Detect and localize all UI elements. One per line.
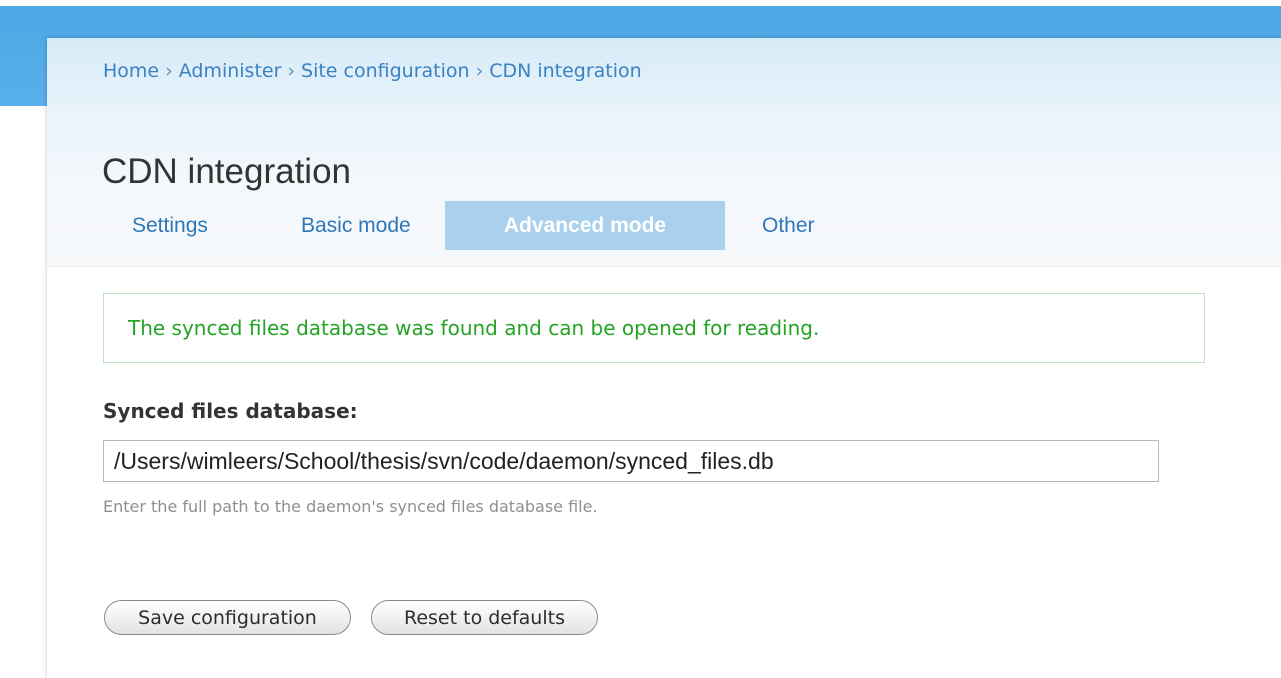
breadcrumb-separator: › — [165, 60, 173, 82]
synced-db-input[interactable] — [103, 440, 1159, 482]
breadcrumb-site-configuration[interactable]: Site configuration — [301, 60, 470, 82]
synced-db-label: Synced files database: — [103, 399, 358, 423]
breadcrumb-separator: › — [287, 60, 296, 82]
tab-advanced-mode[interactable]: Advanced mode — [445, 201, 725, 250]
tab-basic-mode[interactable]: Basic mode — [241, 201, 445, 250]
tab-other[interactable]: Other — [725, 201, 831, 250]
breadcrumb-cdn-integration[interactable]: CDN integration — [489, 60, 642, 82]
content-page: Home › Administer › Site configuration › CDN i… — [47, 38, 1281, 678]
tab-bar: Settings Basic mode Advanced mode Other — [117, 201, 831, 250]
tab-settings[interactable]: Settings — [117, 201, 241, 250]
status-message: The synced files database was found and … — [103, 293, 1205, 363]
page-header: Home › Administer › Site configuration › CDN i… — [47, 38, 1281, 267]
breadcrumb: Home › Administer › Site configuration › CDN i… — [103, 58, 642, 84]
reset-to-defaults-button[interactable]: Reset to defaults — [371, 600, 598, 635]
synced-db-description: Enter the full path to the daemon's sync… — [103, 497, 598, 516]
breadcrumb-administer[interactable]: Administer — [179, 60, 282, 82]
breadcrumb-home[interactable]: Home — [103, 60, 159, 82]
status-message-text: The synced files database was found and … — [128, 316, 820, 340]
breadcrumb-separator: › — [475, 60, 484, 82]
save-configuration-button[interactable]: Save configuration — [104, 600, 351, 635]
page-title: CDN integration — [102, 152, 351, 191]
